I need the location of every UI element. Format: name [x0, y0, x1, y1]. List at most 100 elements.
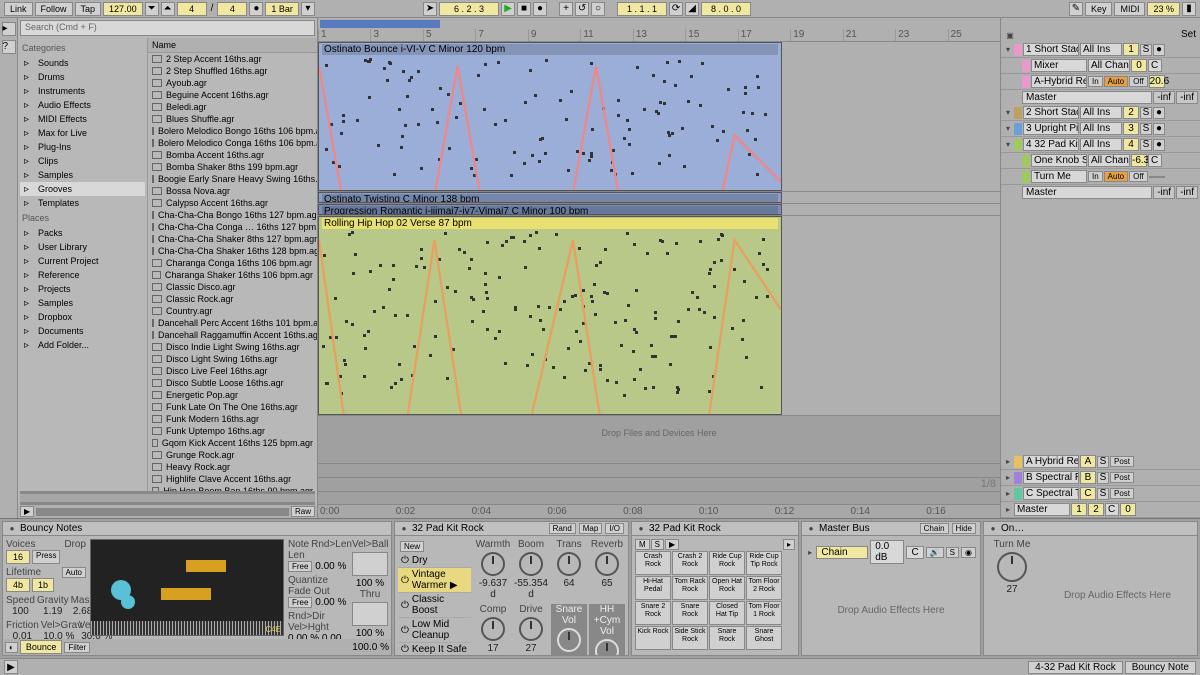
preset-item[interactable]: ⏻ Keep It Safe	[398, 643, 471, 655]
master-pan[interactable]: C	[1105, 503, 1119, 516]
return-name[interactable]: B Spectral R	[1023, 471, 1079, 484]
fadeout-value[interactable]: 0.00 %	[315, 597, 346, 608]
track-arm[interactable]: ●	[1153, 44, 1165, 56]
place-item[interactable]: ▹Dropbox	[20, 310, 145, 324]
device-master-bus[interactable]: ●Master Bus Chain Hide ▸ Chain 0.0 dB C …	[801, 521, 981, 656]
chain-button[interactable]: Chain	[920, 523, 949, 534]
fold-icon[interactable]: ▸	[1003, 489, 1013, 499]
master-out[interactable]: Master	[1022, 91, 1152, 104]
return-track-row[interactable]	[318, 450, 1000, 464]
search-input[interactable]: Search (Cmd + F)	[20, 20, 315, 36]
file-item[interactable]: Disco Subtle Loose 16ths.agr	[148, 377, 317, 389]
tap-button[interactable]: Tap	[75, 2, 102, 16]
track-row[interactable]: Rolling Hip Hop 02 Verse 87 bpm	[318, 216, 1000, 416]
preset-item[interactable]: ⏻ Vintage Warmer ▶	[398, 568, 471, 593]
preview-play-icon[interactable]: ▶	[20, 506, 34, 517]
file-item[interactable]: Ayoub.agr	[148, 77, 317, 89]
device-fold-icon[interactable]: ●	[806, 524, 816, 534]
oneb-field[interactable]: 1b	[32, 578, 54, 592]
loop-toggle-icon[interactable]: ⟳	[669, 2, 683, 16]
drum-pad[interactable]: Kick Rock	[635, 626, 671, 650]
lifetime-field[interactable]: 4b	[6, 578, 30, 592]
track-color[interactable]	[1014, 139, 1022, 151]
track-color[interactable]	[1014, 44, 1022, 56]
monitor-auto[interactable]: Auto	[1104, 76, 1128, 87]
drive-knob[interactable]	[519, 617, 543, 641]
tempo-field[interactable]: 127.00	[103, 2, 143, 16]
punch-in-icon[interactable]: ◢	[685, 2, 699, 16]
category-item[interactable]: ▹Sounds	[20, 56, 145, 70]
timesig-den-field[interactable]: 4	[217, 2, 247, 16]
preset-item[interactable]: ⏻ Classic Boost	[398, 593, 471, 618]
drum-pad[interactable]: Side Stick Rock	[672, 626, 708, 650]
follow-playhead-icon[interactable]: ➤	[423, 2, 437, 16]
hh-knob[interactable]	[595, 639, 619, 655]
track-color[interactable]	[1014, 456, 1022, 468]
session-rec-icon[interactable]: ○	[591, 2, 605, 16]
track-name[interactable]: 4 32 Pad Kit	[1023, 138, 1079, 151]
return-post[interactable]: Post	[1110, 472, 1134, 483]
midi-clip[interactable]: Progression Romantic i-iiimaj7-iv7-Vimaj…	[318, 204, 782, 215]
drum-pad[interactable]: Snare Rock	[709, 626, 745, 650]
file-item[interactable]: Calypso Accent 16ths.agr	[148, 197, 317, 209]
device-fold-icon[interactable]: ●	[399, 524, 409, 534]
bouncy-visualizer[interactable]: C4E	[90, 539, 284, 636]
category-item[interactable]: ▹Plug-Ins	[20, 140, 145, 154]
file-item[interactable]: Bolero Melodico Bongo 16ths 106 bpm.agr	[148, 125, 317, 137]
track-output[interactable]: A-Hybrid Rev	[1031, 75, 1087, 88]
track-row[interactable]: Ostinato Bounce i-VI-V C Minor 120 bpm	[318, 42, 1000, 192]
preset-power-icon[interactable]: ⏻	[401, 625, 409, 636]
pad-arrow-icon[interactable]: ▸	[783, 539, 795, 550]
track-pan[interactable]: C	[1148, 154, 1162, 167]
track-color[interactable]	[1014, 488, 1022, 500]
file-item[interactable]: Cha-Cha-Cha Conga … 16ths 127 bpm.agr	[148, 221, 317, 233]
file-item[interactable]: Bomba Accent 16ths.agr	[148, 149, 317, 161]
track-row[interactable]: Ostinato Twisting C Minor 138 bpm	[318, 192, 1000, 204]
file-item[interactable]: Charanga Conga 16ths 106 bpm.agr	[148, 257, 317, 269]
position-field[interactable]: 6 . 2 . 3	[439, 2, 499, 16]
arrangement-ruler[interactable]: 135791113151719212325	[318, 18, 1000, 42]
track-pan[interactable]: C	[1148, 59, 1162, 72]
drum-pad[interactable]: Crash 2 Rock	[672, 551, 708, 575]
preview-waveform[interactable]	[20, 491, 315, 505]
follow-button[interactable]: Follow	[35, 2, 73, 16]
midi-map-button[interactable]: MIDI	[1114, 2, 1145, 16]
track-name[interactable]: 3 Upright Pi	[1023, 122, 1079, 135]
warmth-knob[interactable]	[481, 552, 505, 576]
file-item[interactable]: Beledi.agr	[148, 101, 317, 113]
stop-button[interactable]: ■	[517, 2, 531, 16]
track-num[interactable]: 4	[1123, 138, 1139, 151]
file-item[interactable]: Heavy Rock.agr	[148, 461, 317, 473]
category-item[interactable]: ▹Audio Effects	[20, 98, 145, 112]
overdub-icon[interactable]: +	[559, 2, 573, 16]
snare-knob[interactable]	[557, 628, 581, 652]
pad-play-icon[interactable]: ▶	[665, 539, 679, 550]
file-item[interactable]: Highlife Clave Accent 16ths.agr	[148, 473, 317, 485]
track-input[interactable]: All Ins	[1080, 122, 1122, 135]
fold-icon[interactable]: ▾	[1003, 140, 1013, 150]
file-item[interactable]: Funk Late On The One 16ths.agr	[148, 401, 317, 413]
pad-s-button[interactable]: S	[651, 539, 664, 550]
track-color[interactable]	[1014, 107, 1022, 119]
file-item[interactable]: Boogie Early Snare Heavy Swing 16ths.agr	[148, 173, 317, 185]
track-output[interactable]: Turn Me	[1031, 170, 1087, 183]
track-device[interactable]: One Knob Sp	[1031, 154, 1087, 167]
file-item[interactable]: Funk Modern 16ths.agr	[148, 413, 317, 425]
return-solo[interactable]: S	[1097, 488, 1109, 500]
record-button[interactable]: ●	[533, 2, 547, 16]
preset-power-icon[interactable]: ⏻	[401, 600, 409, 611]
file-item[interactable]: Cha-Cha-Cha Bongo 16ths 127 bpm.agr	[148, 209, 317, 221]
arrangement-tracks[interactable]: Ostinato Bounce i-VI-V C Minor 120 bpm O…	[318, 42, 1000, 504]
map-button[interactable]: Map	[579, 523, 603, 534]
return-letter[interactable]: C	[1080, 487, 1096, 500]
track-color[interactable]	[1014, 472, 1022, 484]
category-item[interactable]: ▹Clips	[20, 154, 145, 168]
link-button[interactable]: Link	[4, 2, 33, 16]
return-track-strip[interactable]: ▸ C Spectral T C S Post	[1001, 486, 1200, 502]
device-fold-icon[interactable]: ●	[636, 524, 646, 534]
filter-button[interactable]: Filter	[64, 642, 90, 653]
drum-pad[interactable]: Closed Hat Tip	[709, 601, 745, 625]
return-track-row[interactable]	[318, 478, 1000, 492]
file-item[interactable]: Country.agr	[148, 305, 317, 317]
category-item[interactable]: ▹Samples	[20, 168, 145, 182]
